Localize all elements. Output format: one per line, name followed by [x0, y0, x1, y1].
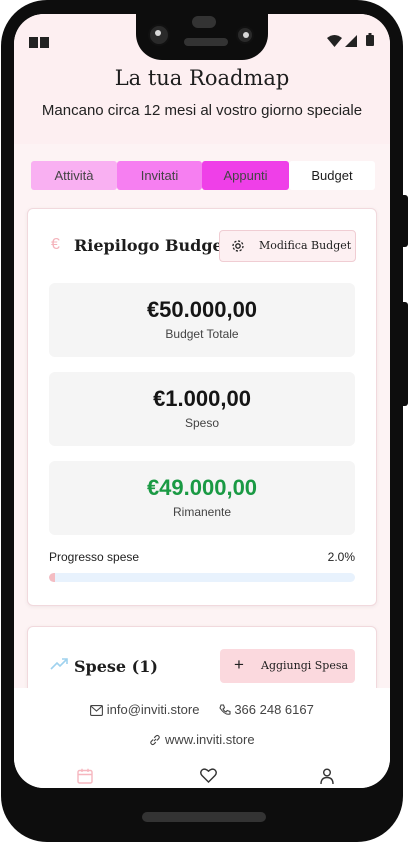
user-icon	[320, 768, 334, 788]
page-subtitle: Mancano circa 12 mesi al vostro giorno s…	[41, 102, 363, 119]
wifi-icon	[327, 34, 342, 52]
signal-icon	[345, 34, 357, 52]
spent-value: €1.000,00	[153, 386, 251, 411]
earpiece	[192, 16, 216, 28]
remaining-label: Rimanente	[172, 505, 232, 519]
plus-icon: +	[234, 655, 244, 674]
spent-box: €1.000,00 Speso	[49, 372, 355, 446]
roadmap-header: La tua Roadmap Mancano circa 12 mesi al …	[14, 66, 390, 144]
budget-summary-card: € Riepilogo Budget Modifica Budget €50.0…	[27, 208, 377, 606]
calendar-icon	[77, 768, 93, 788]
edit-budget-button[interactable]: Modifica Budget	[219, 230, 356, 262]
tab-attivita[interactable]: Attività	[31, 161, 117, 190]
expenses-title: Spese (1)	[74, 657, 158, 676]
progress-bar-track	[49, 573, 355, 582]
nav-favorites[interactable]	[189, 768, 229, 788]
contact-phone[interactable]: 366 248 6167	[234, 702, 314, 717]
page-title: La tua Roadmap	[114, 66, 290, 90]
mail-icon	[90, 704, 104, 719]
contact-line: info@inviti.store 366 248 6167	[14, 702, 390, 719]
budget-summary-title: Riepilogo Budget	[74, 236, 231, 255]
gear-icon	[231, 239, 245, 258]
section-tabs: Attività Invitati Appunti Budget	[31, 161, 375, 190]
total-budget-value: €50.000,00	[146, 297, 258, 322]
front-camera-right	[236, 26, 254, 44]
remaining-box: €49.000,00 Rimanente	[49, 461, 355, 535]
euro-icon: €	[51, 236, 60, 253]
side-button-bottom	[403, 302, 408, 406]
edit-budget-label: Modifica Budget	[259, 239, 352, 252]
notification-icon	[29, 35, 49, 48]
remaining-value: €49.000,00	[146, 475, 258, 500]
phone-frame: La tua Roadmap Mancano circa 12 mesi al …	[0, 0, 408, 842]
heart-icon	[200, 768, 217, 788]
tab-appunti[interactable]: Appunti	[202, 161, 289, 190]
total-budget-label: Budget Totale	[165, 327, 239, 341]
link-icon	[149, 734, 161, 749]
camera-notch	[136, 14, 268, 60]
home-indicator	[142, 812, 266, 822]
tab-budget[interactable]: Budget	[289, 161, 375, 190]
total-budget-box: €50.000,00 Budget Totale	[49, 283, 355, 357]
nav-calendar[interactable]	[65, 768, 105, 788]
status-bar	[14, 14, 390, 72]
nav-profile[interactable]	[308, 768, 348, 788]
battery-icon	[366, 33, 374, 51]
add-expense-button[interactable]: + Aggiungi Spesa	[220, 649, 355, 683]
front-camera-left	[148, 24, 170, 46]
progress-bar-fill	[49, 573, 56, 582]
trending-up-icon	[50, 657, 68, 675]
website-link[interactable]: www.inviti.store	[165, 732, 255, 747]
side-button-top	[403, 195, 408, 247]
phone-icon	[219, 704, 231, 719]
app-screen: La tua Roadmap Mancano circa 12 mesi al …	[14, 14, 390, 788]
contact-email[interactable]: info@inviti.store	[107, 702, 200, 717]
progress-percent: 2.0%	[327, 550, 355, 564]
spent-label: Speso	[184, 416, 220, 430]
tab-invitati[interactable]: Invitati	[117, 161, 202, 190]
website-line: www.inviti.store	[14, 732, 390, 749]
add-expense-label: Aggiungi Spesa	[261, 659, 349, 672]
notch-speaker	[184, 38, 228, 46]
progress-label: Progresso spese	[49, 550, 140, 564]
